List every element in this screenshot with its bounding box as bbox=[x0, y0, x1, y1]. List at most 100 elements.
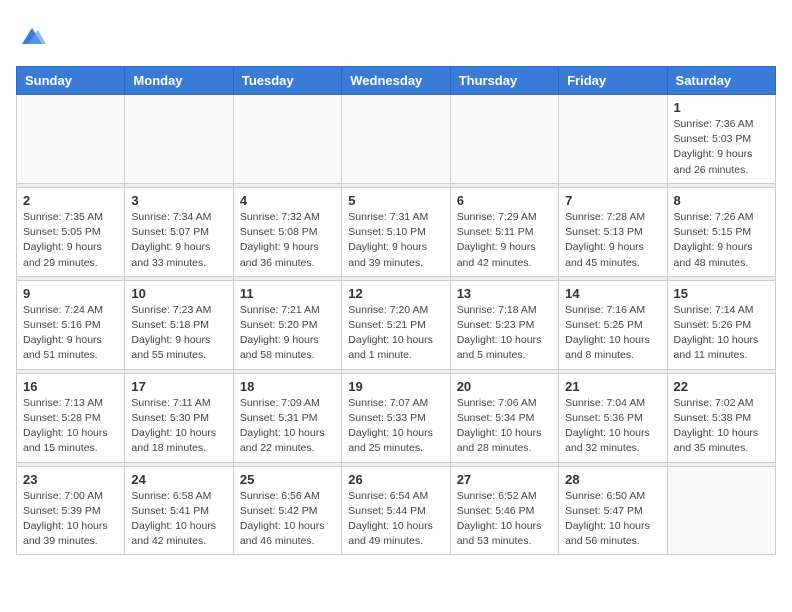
day-info: Sunrise: 7:35 AM Sunset: 5:05 PM Dayligh… bbox=[23, 210, 118, 271]
calendar-cell bbox=[559, 95, 667, 184]
calendar-header-row: SundayMondayTuesdayWednesdayThursdayFrid… bbox=[17, 67, 776, 95]
calendar-week-row: 23 Sunrise: 7:00 AM Sunset: 5:39 PM Dayli… bbox=[17, 466, 776, 555]
calendar-cell bbox=[233, 95, 341, 184]
day-number: 25 bbox=[240, 472, 335, 487]
calendar-header-saturday: Saturday bbox=[667, 67, 775, 95]
calendar-cell: 6 Sunrise: 7:29 AM Sunset: 5:11 PM Daylig… bbox=[450, 187, 558, 276]
calendar-cell: 23 Sunrise: 7:00 AM Sunset: 5:39 PM Dayli… bbox=[17, 466, 125, 555]
day-number: 4 bbox=[240, 193, 335, 208]
day-number: 20 bbox=[457, 379, 552, 394]
calendar-cell: 12 Sunrise: 7:20 AM Sunset: 5:21 PM Dayli… bbox=[342, 280, 450, 369]
calendar-week-row: 16Sunrise: 7:13 AM Sunset: 5:28 PM Dayli… bbox=[17, 373, 776, 462]
day-info: Sunrise: 7:04 AM Sunset: 5:36 PM Dayligh… bbox=[565, 396, 660, 457]
day-number: 26 bbox=[348, 472, 443, 487]
day-number: 27 bbox=[457, 472, 552, 487]
day-number: 3 bbox=[131, 193, 226, 208]
day-info: Sunrise: 7:24 AM Sunset: 5:16 PM Dayligh… bbox=[23, 303, 118, 364]
day-number: 5 bbox=[348, 193, 443, 208]
calendar-cell: 13 Sunrise: 7:18 AM Sunset: 5:23 PM Dayli… bbox=[450, 280, 558, 369]
day-number: 12 bbox=[348, 286, 443, 301]
day-info: Sunrise: 7:32 AM Sunset: 5:08 PM Dayligh… bbox=[240, 210, 335, 271]
day-info: Sunrise: 7:02 AM Sunset: 5:38 PM Dayligh… bbox=[674, 396, 769, 457]
calendar-header-wednesday: Wednesday bbox=[342, 67, 450, 95]
day-info: Sunrise: 7:20 AM Sunset: 5:21 PM Dayligh… bbox=[348, 303, 443, 364]
day-number: 8 bbox=[674, 193, 769, 208]
calendar-cell: 26 Sunrise: 6:54 AM Sunset: 5:44 PM Dayli… bbox=[342, 466, 450, 555]
calendar-cell: 15 Sunrise: 7:14 AM Sunset: 5:26 PM Dayli… bbox=[667, 280, 775, 369]
day-info: Sunrise: 7:31 AM Sunset: 5:10 PM Dayligh… bbox=[348, 210, 443, 271]
day-info: Sunrise: 7:28 AM Sunset: 5:13 PM Dayligh… bbox=[565, 210, 660, 271]
day-number: 16 bbox=[23, 379, 118, 394]
calendar-header-sunday: Sunday bbox=[17, 67, 125, 95]
calendar-cell: 21 Sunrise: 7:04 AM Sunset: 5:36 PM Dayli… bbox=[559, 373, 667, 462]
calendar-cell: 24 Sunrise: 6:58 AM Sunset: 5:41 PM Dayli… bbox=[125, 466, 233, 555]
calendar-cell: 8Sunrise: 7:26 AM Sunset: 5:15 PM Daylig… bbox=[667, 187, 775, 276]
logo-icon bbox=[18, 22, 46, 50]
day-number: 23 bbox=[23, 472, 118, 487]
day-info: Sunrise: 7:34 AM Sunset: 5:07 PM Dayligh… bbox=[131, 210, 226, 271]
calendar-cell bbox=[667, 466, 775, 555]
day-number: 18 bbox=[240, 379, 335, 394]
calendar-week-row: 2 Sunrise: 7:35 AM Sunset: 5:05 PM Daylig… bbox=[17, 187, 776, 276]
calendar-cell: 5 Sunrise: 7:31 AM Sunset: 5:10 PM Daylig… bbox=[342, 187, 450, 276]
day-number: 10 bbox=[131, 286, 226, 301]
calendar-header-tuesday: Tuesday bbox=[233, 67, 341, 95]
day-number: 28 bbox=[565, 472, 660, 487]
calendar-cell: 3 Sunrise: 7:34 AM Sunset: 5:07 PM Daylig… bbox=[125, 187, 233, 276]
day-number: 17 bbox=[131, 379, 226, 394]
day-info: Sunrise: 6:58 AM Sunset: 5:41 PM Dayligh… bbox=[131, 489, 226, 550]
day-info: Sunrise: 7:11 AM Sunset: 5:30 PM Dayligh… bbox=[131, 396, 226, 457]
calendar-cell: 10 Sunrise: 7:23 AM Sunset: 5:18 PM Dayli… bbox=[125, 280, 233, 369]
calendar-cell: 28 Sunrise: 6:50 AM Sunset: 5:47 PM Dayli… bbox=[559, 466, 667, 555]
day-number: 7 bbox=[565, 193, 660, 208]
calendar-week-row: 9 Sunrise: 7:24 AM Sunset: 5:16 PM Daylig… bbox=[17, 280, 776, 369]
calendar-header-friday: Friday bbox=[559, 67, 667, 95]
calendar-cell: 19Sunrise: 7:07 AM Sunset: 5:33 PM Dayli… bbox=[342, 373, 450, 462]
day-number: 22 bbox=[674, 379, 769, 394]
day-info: Sunrise: 6:54 AM Sunset: 5:44 PM Dayligh… bbox=[348, 489, 443, 550]
calendar-cell: 2 Sunrise: 7:35 AM Sunset: 5:05 PM Daylig… bbox=[17, 187, 125, 276]
calendar-cell: 20 Sunrise: 7:06 AM Sunset: 5:34 PM Dayli… bbox=[450, 373, 558, 462]
day-info: Sunrise: 7:00 AM Sunset: 5:39 PM Dayligh… bbox=[23, 489, 118, 550]
calendar-cell bbox=[125, 95, 233, 184]
day-info: Sunrise: 6:56 AM Sunset: 5:42 PM Dayligh… bbox=[240, 489, 335, 550]
logo bbox=[16, 22, 46, 56]
calendar-cell bbox=[450, 95, 558, 184]
calendar-cell: 14 Sunrise: 7:16 AM Sunset: 5:25 PM Dayli… bbox=[559, 280, 667, 369]
day-number: 19 bbox=[348, 379, 443, 394]
day-info: Sunrise: 7:14 AM Sunset: 5:26 PM Dayligh… bbox=[674, 303, 769, 364]
calendar-header-thursday: Thursday bbox=[450, 67, 558, 95]
calendar-cell: 4 Sunrise: 7:32 AM Sunset: 5:08 PM Daylig… bbox=[233, 187, 341, 276]
day-info: Sunrise: 6:52 AM Sunset: 5:46 PM Dayligh… bbox=[457, 489, 552, 550]
day-info: Sunrise: 7:06 AM Sunset: 5:34 PM Dayligh… bbox=[457, 396, 552, 457]
day-number: 15 bbox=[674, 286, 769, 301]
calendar-cell: 18 Sunrise: 7:09 AM Sunset: 5:31 PM Dayli… bbox=[233, 373, 341, 462]
day-number: 21 bbox=[565, 379, 660, 394]
day-number: 13 bbox=[457, 286, 552, 301]
day-info: Sunrise: 7:23 AM Sunset: 5:18 PM Dayligh… bbox=[131, 303, 226, 364]
calendar-cell: 9 Sunrise: 7:24 AM Sunset: 5:16 PM Daylig… bbox=[17, 280, 125, 369]
day-info: Sunrise: 6:50 AM Sunset: 5:47 PM Dayligh… bbox=[565, 489, 660, 550]
day-number: 6 bbox=[457, 193, 552, 208]
day-number: 1 bbox=[674, 100, 769, 115]
day-info: Sunrise: 7:29 AM Sunset: 5:11 PM Dayligh… bbox=[457, 210, 552, 271]
calendar-cell: 27 Sunrise: 6:52 AM Sunset: 5:46 PM Dayli… bbox=[450, 466, 558, 555]
day-info: Sunrise: 7:09 AM Sunset: 5:31 PM Dayligh… bbox=[240, 396, 335, 457]
calendar-cell: 17 Sunrise: 7:11 AM Sunset: 5:30 PM Dayli… bbox=[125, 373, 233, 462]
calendar-week-row: 1Sunrise: 7:36 AM Sunset: 5:03 PM Daylig… bbox=[17, 95, 776, 184]
header bbox=[16, 16, 776, 56]
calendar-cell: 1Sunrise: 7:36 AM Sunset: 5:03 PM Daylig… bbox=[667, 95, 775, 184]
day-number: 24 bbox=[131, 472, 226, 487]
calendar-cell bbox=[17, 95, 125, 184]
day-number: 9 bbox=[23, 286, 118, 301]
day-info: Sunrise: 7:21 AM Sunset: 5:20 PM Dayligh… bbox=[240, 303, 335, 364]
day-number: 2 bbox=[23, 193, 118, 208]
calendar-cell: 22 Sunrise: 7:02 AM Sunset: 5:38 PM Dayli… bbox=[667, 373, 775, 462]
calendar: SundayMondayTuesdayWednesdayThursdayFrid… bbox=[16, 66, 776, 555]
calendar-cell: 16Sunrise: 7:13 AM Sunset: 5:28 PM Dayli… bbox=[17, 373, 125, 462]
day-number: 14 bbox=[565, 286, 660, 301]
day-info: Sunrise: 7:18 AM Sunset: 5:23 PM Dayligh… bbox=[457, 303, 552, 364]
calendar-cell: 25 Sunrise: 6:56 AM Sunset: 5:42 PM Dayli… bbox=[233, 466, 341, 555]
calendar-cell: 11Sunrise: 7:21 AM Sunset: 5:20 PM Dayli… bbox=[233, 280, 341, 369]
day-info: Sunrise: 7:16 AM Sunset: 5:25 PM Dayligh… bbox=[565, 303, 660, 364]
